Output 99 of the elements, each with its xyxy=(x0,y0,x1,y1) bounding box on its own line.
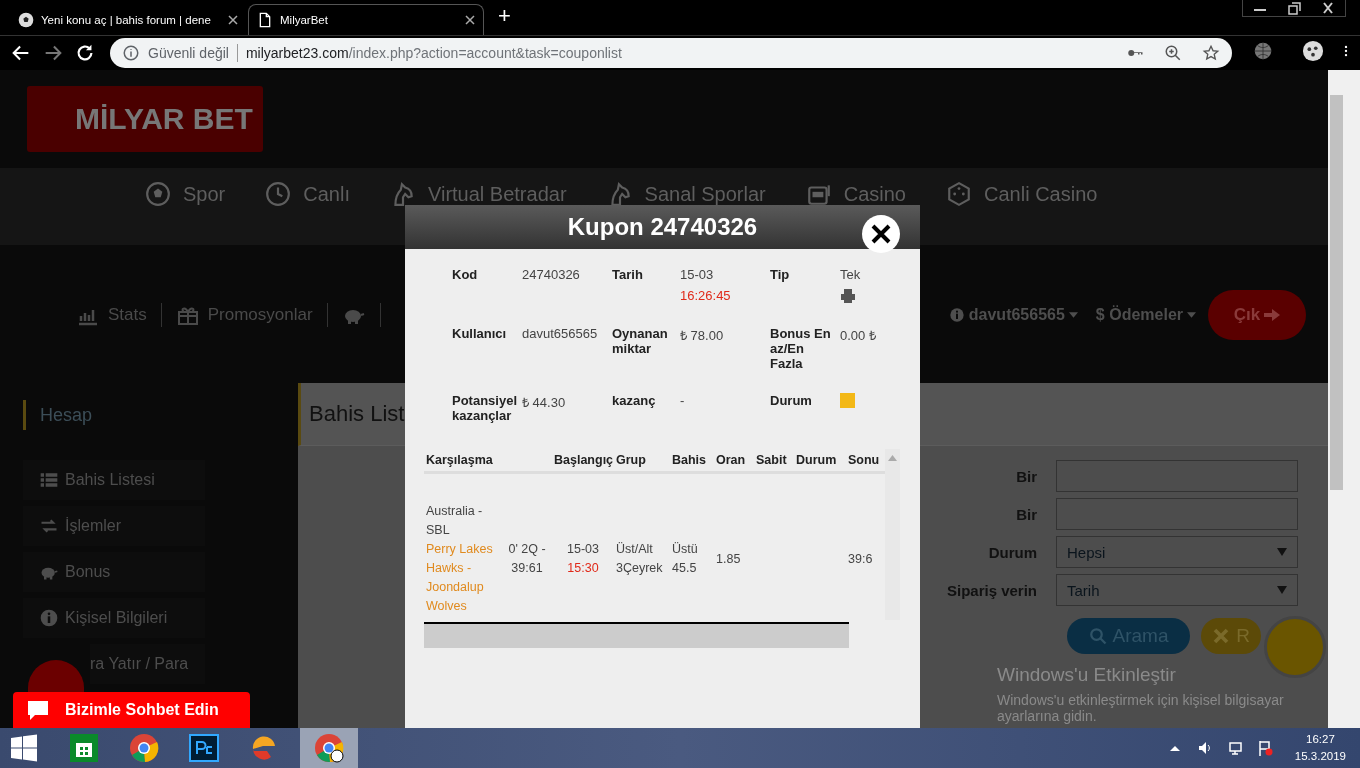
ball-icon xyxy=(18,11,34,28)
zoom-icon[interactable] xyxy=(1164,44,1182,62)
info-label: Potansiyel kazançlar xyxy=(452,393,519,423)
info-label: Tip xyxy=(770,267,791,284)
exit-arrow-icon xyxy=(1264,307,1281,322)
scrollbar[interactable] xyxy=(1328,70,1360,728)
site-logo[interactable]: MİLYAR BET xyxy=(27,86,263,152)
info-icon[interactable] xyxy=(122,44,140,62)
info-label: Oynanan miktar xyxy=(612,326,669,358)
chat-banner[interactable]: Bizimle Sohbet Edin xyxy=(13,692,250,728)
info-label: Kullanıcı xyxy=(452,326,508,343)
select-field[interactable]: Tarih xyxy=(1056,574,1298,606)
scrollbar[interactable] xyxy=(885,449,900,620)
network-icon[interactable] xyxy=(1226,740,1243,756)
speaker-icon[interactable] xyxy=(1196,740,1213,756)
tab-title: Yeni konu aç | bahis forum | dene xyxy=(41,13,212,26)
input-field[interactable] xyxy=(1056,460,1298,492)
table-cell: 39:6 xyxy=(846,472,885,620)
chrome-icon[interactable] xyxy=(300,728,358,768)
nav-link[interactable]: Stats xyxy=(108,304,147,325)
info-value: - xyxy=(680,393,686,408)
url-host: milyarbet23.com xyxy=(245,45,349,61)
info-value: 0.00 ₺ xyxy=(840,327,877,344)
column-header: Bahis xyxy=(670,449,714,473)
info-label: Kod xyxy=(452,267,479,284)
column-header: Başlangıç xyxy=(552,449,614,473)
close-icon[interactable] xyxy=(465,15,475,25)
info-value: Tek xyxy=(840,267,862,282)
info-label: Tarih xyxy=(612,267,644,284)
chat-label: Bizimle Sohbet Edin xyxy=(65,701,219,719)
ball-icon xyxy=(145,181,171,207)
address-bar[interactable]: Güvenli değil milyarbet23.com/index.php?action=account&task=couponlist xyxy=(110,38,1232,68)
close-icon xyxy=(870,223,892,245)
browser-tab[interactable]: Yeni konu aç | bahis forum | dene xyxy=(10,4,246,35)
column-header: Karşılaşma xyxy=(424,449,552,473)
match-cell: Australia - SBL Perry Lakes Hawks - Joondalup Wolves xyxy=(424,472,502,620)
speech-bubble-icon xyxy=(25,698,51,722)
info-value: davut656565 xyxy=(522,326,599,341)
clock-icon xyxy=(265,181,292,207)
url-path: /index.php?action=account&task=couponlist xyxy=(348,45,622,61)
logout-button[interactable]: Çık xyxy=(1208,289,1306,340)
select-field[interactable]: Hepsi xyxy=(1056,536,1298,568)
browser-tab[interactable]: MilyarBet xyxy=(248,4,484,35)
status-icon xyxy=(840,393,855,408)
info-value: 15-03 xyxy=(680,267,715,282)
table-cell: 1.85 xyxy=(714,472,754,620)
scrollbar[interactable] xyxy=(424,624,849,648)
nav-link[interactable]: Spor xyxy=(145,181,226,207)
field-label: Durum xyxy=(987,543,1037,561)
info-label: Durum xyxy=(770,393,813,410)
table-cell: 0' 2Q - 39:61 xyxy=(502,472,552,620)
field-label: Bir xyxy=(1015,505,1037,523)
flag-icon[interactable] xyxy=(1256,740,1273,756)
field-label: Sipariş verin xyxy=(946,581,1037,599)
tab-title: MilyarBet xyxy=(280,14,329,26)
list-icon xyxy=(39,470,59,490)
profile-icon[interactable] xyxy=(1302,40,1325,62)
activation-title: Windows'u Etkinleştir xyxy=(997,664,1177,686)
page-icon xyxy=(257,12,273,28)
info-icon xyxy=(948,306,965,323)
column-header: Grup xyxy=(614,449,670,473)
clock-date: 15.3.2019 xyxy=(1294,749,1346,764)
nav-link[interactable]: Casino xyxy=(805,181,906,207)
nav-link[interactable]: Virtual Betradar xyxy=(389,181,567,207)
table-cell: Üst/Alt 3Çeyrek xyxy=(614,472,670,620)
nav-link[interactable]: Sanal Sporlar xyxy=(606,181,766,207)
close-icon xyxy=(1212,627,1231,645)
security-label: Güvenli değil xyxy=(148,45,229,61)
new-tab-button[interactable]: + xyxy=(486,2,523,33)
globe-icon[interactable] xyxy=(1252,40,1274,62)
table-cell: 15-03 15:30 xyxy=(552,472,614,620)
info-label: Bonus En az/En Fazla xyxy=(770,326,832,371)
info-value: ₺ 78.00 xyxy=(680,327,725,344)
field-label: Bir xyxy=(1015,467,1037,485)
info-time: 16:26:45 xyxy=(680,288,732,303)
activation-text: Windows'u etkinleştirmek için kişisel bilgisayar ayarlarına gidin. xyxy=(997,692,1285,724)
info-value: 24740326 xyxy=(522,267,581,282)
info-label: kazanç xyxy=(612,393,657,410)
payments-menu[interactable]: $ Ödemeler xyxy=(1095,305,1183,324)
column-header: Oran xyxy=(714,449,754,473)
dialog-title: Kupon 24740326 xyxy=(405,205,920,249)
input-field[interactable] xyxy=(1056,498,1298,530)
column-header: Durum xyxy=(794,449,846,473)
search-icon xyxy=(1088,627,1107,645)
nav-link[interactable]: Canlı xyxy=(265,181,350,207)
table-cell: Üstü 45.5 xyxy=(670,472,714,620)
nav-link[interactable]: Canli Casino xyxy=(946,181,1098,207)
windows-icon xyxy=(9,733,39,763)
user-menu[interactable]: davut656565 xyxy=(968,305,1065,324)
taskbar-clock[interactable]: 16:27 15.3.2019 xyxy=(1294,731,1346,765)
dice-icon xyxy=(946,181,972,207)
close-icon[interactable] xyxy=(228,14,238,25)
info-icon xyxy=(39,608,59,628)
clock-time: 16:27 xyxy=(1305,732,1336,747)
column-header: Sabit xyxy=(754,449,794,473)
star-icon[interactable] xyxy=(1202,44,1220,62)
match-link[interactable]: Perry Lakes Hawks - Joondalup Wolves xyxy=(426,540,500,616)
nav-link[interactable]: Promosyonlar xyxy=(207,304,313,325)
info-value: ₺ 44.30 xyxy=(522,394,567,411)
